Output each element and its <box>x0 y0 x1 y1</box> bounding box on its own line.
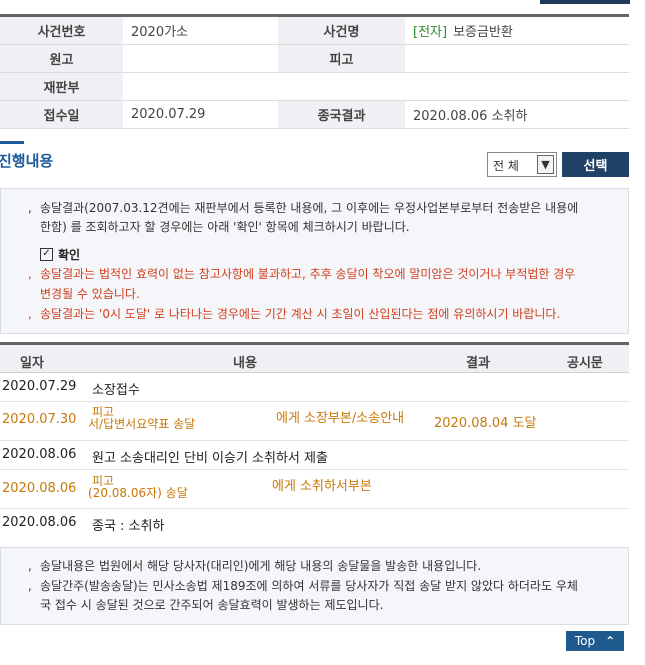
filing-date-label: 접수일 <box>0 100 123 129</box>
notice-line-2a: 송달결과는 법적인 효력이 없는 참고사항에 불과하고, 추후 송달이 착오에 … <box>40 267 576 281</box>
table-row: 2020.07.29 소장접수 <box>0 373 629 402</box>
table-row: 2020.08.06 원고 소송대리인 단비 이승기 소취하서 제출 <box>0 441 629 470</box>
table-row: 2020.08.06 피고 (20.08.06자) 송달 에게 소취하서부본 <box>0 470 629 509</box>
notice-line-2b: 변경될 수 있습니다. <box>40 287 140 301</box>
progress-section-title: 진행내용 <box>0 152 54 170</box>
electronic-tag: [전자] <box>413 25 448 40</box>
row-content-line2: (20.08.06자) 송달 <box>88 487 188 499</box>
table-row: 2020.07.30 피고 서/답변서요약표 송달 에게 소장부본/소송안내 2… <box>0 402 629 441</box>
row-content-extra: 에게 소장부본/소송안내 <box>276 411 405 426</box>
plaintiff-value <box>123 44 278 73</box>
filter-select-value: 전 체 <box>493 159 519 173</box>
delivery-notice-line-2b: 국 접수 시 송달된 것으로 간주되어 송달효력이 발생하는 제도입니다. <box>40 598 384 612</box>
progress-table-header: 일자 내용 결과 공시문 <box>0 345 629 373</box>
notice-bullet: , <box>28 579 32 593</box>
row-content: 피고 <box>92 474 115 488</box>
header-content: 내용 <box>233 356 257 371</box>
delivery-notice-line-1: 송달내용은 법원에서 해당 당사자(대리인)에게 해당 내용의 송달물을 발송한… <box>40 559 482 573</box>
case-name-label: 사건명 <box>278 17 405 45</box>
result-label: 종국결과 <box>278 100 405 129</box>
row-content: 종국 : 소취하 <box>92 519 165 534</box>
row-content: 소장접수 <box>92 383 140 398</box>
notice-bullet: , <box>28 307 32 321</box>
case-number-label: 사건번호 <box>0 17 123 45</box>
row-date: 2020.08.06 <box>2 481 77 496</box>
notice-bullet: , <box>28 267 32 281</box>
top-tab-decoration <box>540 0 630 4</box>
court-label: 재판부 <box>0 72 123 101</box>
confirm-label: 확인 <box>58 248 81 262</box>
row-content: 원고 소송대리인 단비 이승기 소취하서 제출 <box>92 451 328 466</box>
section-marker <box>0 141 24 144</box>
filter-select[interactable]: 전 체 ▼ <box>487 152 557 177</box>
result-value: 2020.08.06 소취하 <box>405 100 629 129</box>
header-result: 결과 <box>466 356 490 371</box>
notice-line-1b: 한함) 를 조회하고자 할 경우에는 아래 '확인' 항목에 체크하시기 바랍니… <box>40 220 410 234</box>
row-content-extra: 에게 소취하서부본 <box>272 479 372 494</box>
notice-bullet: , <box>28 201 32 215</box>
case-info-table: 사건번호 2020가소 사건명 [전자] 보증금반환 원고 피고 재판부 접수일 … <box>0 17 629 129</box>
delivery-notice-line-2a: 송달간주(발송송달)는 민사소송법 제189조에 의하여 서류를 당사자가 직접… <box>40 579 578 593</box>
row-date: 2020.07.29 <box>2 379 77 394</box>
top-button-label: Top <box>574 634 596 648</box>
table-row: 2020.08.06 종국 : 소취하 <box>0 509 629 537</box>
case-name-value: [전자] 보증금반환 <box>405 17 629 45</box>
row-content-line2: 서/답변서요약표 송달 <box>88 418 196 431</box>
defendant-label: 피고 <box>278 44 405 73</box>
top-button[interactable]: Top ⌃ <box>566 631 624 651</box>
case-number-value: 2020가소 <box>123 17 278 45</box>
row-date: 2020.08.06 <box>2 447 77 462</box>
plaintiff-label: 원고 <box>0 44 123 73</box>
chevron-down-icon[interactable]: ▼ <box>537 155 554 174</box>
case-name-text: 보증금반환 <box>453 25 513 40</box>
checkbox-icon[interactable]: ✓ <box>40 248 53 261</box>
filing-date-value: 2020.07.29 <box>123 100 278 129</box>
confirm-checkbox[interactable]: ✓ 확인 <box>40 246 80 263</box>
row-content: 피고 <box>92 405 115 419</box>
court-value <box>123 72 629 101</box>
notice-bullet: , <box>28 559 32 573</box>
row-date: 2020.08.06 <box>2 515 77 530</box>
chevron-up-icon: ⌃ <box>605 634 616 648</box>
header-notice: 공시문 <box>567 356 603 371</box>
defendant-value <box>405 44 629 73</box>
notice-line-3: 송달결과는 '0시 도달' 로 나타나는 경우에는 기간 계산 시 초일이 산입… <box>40 307 561 321</box>
select-button[interactable]: 선택 <box>562 152 629 177</box>
row-date: 2020.07.30 <box>2 412 77 427</box>
notice-line-1a: 송달결과(2007.03.12견에는 재판부에서 등록한 내용에, 그 이후에는… <box>40 201 579 215</box>
header-date: 일자 <box>20 356 44 371</box>
row-result: 2020.08.04 도달 <box>434 416 537 431</box>
